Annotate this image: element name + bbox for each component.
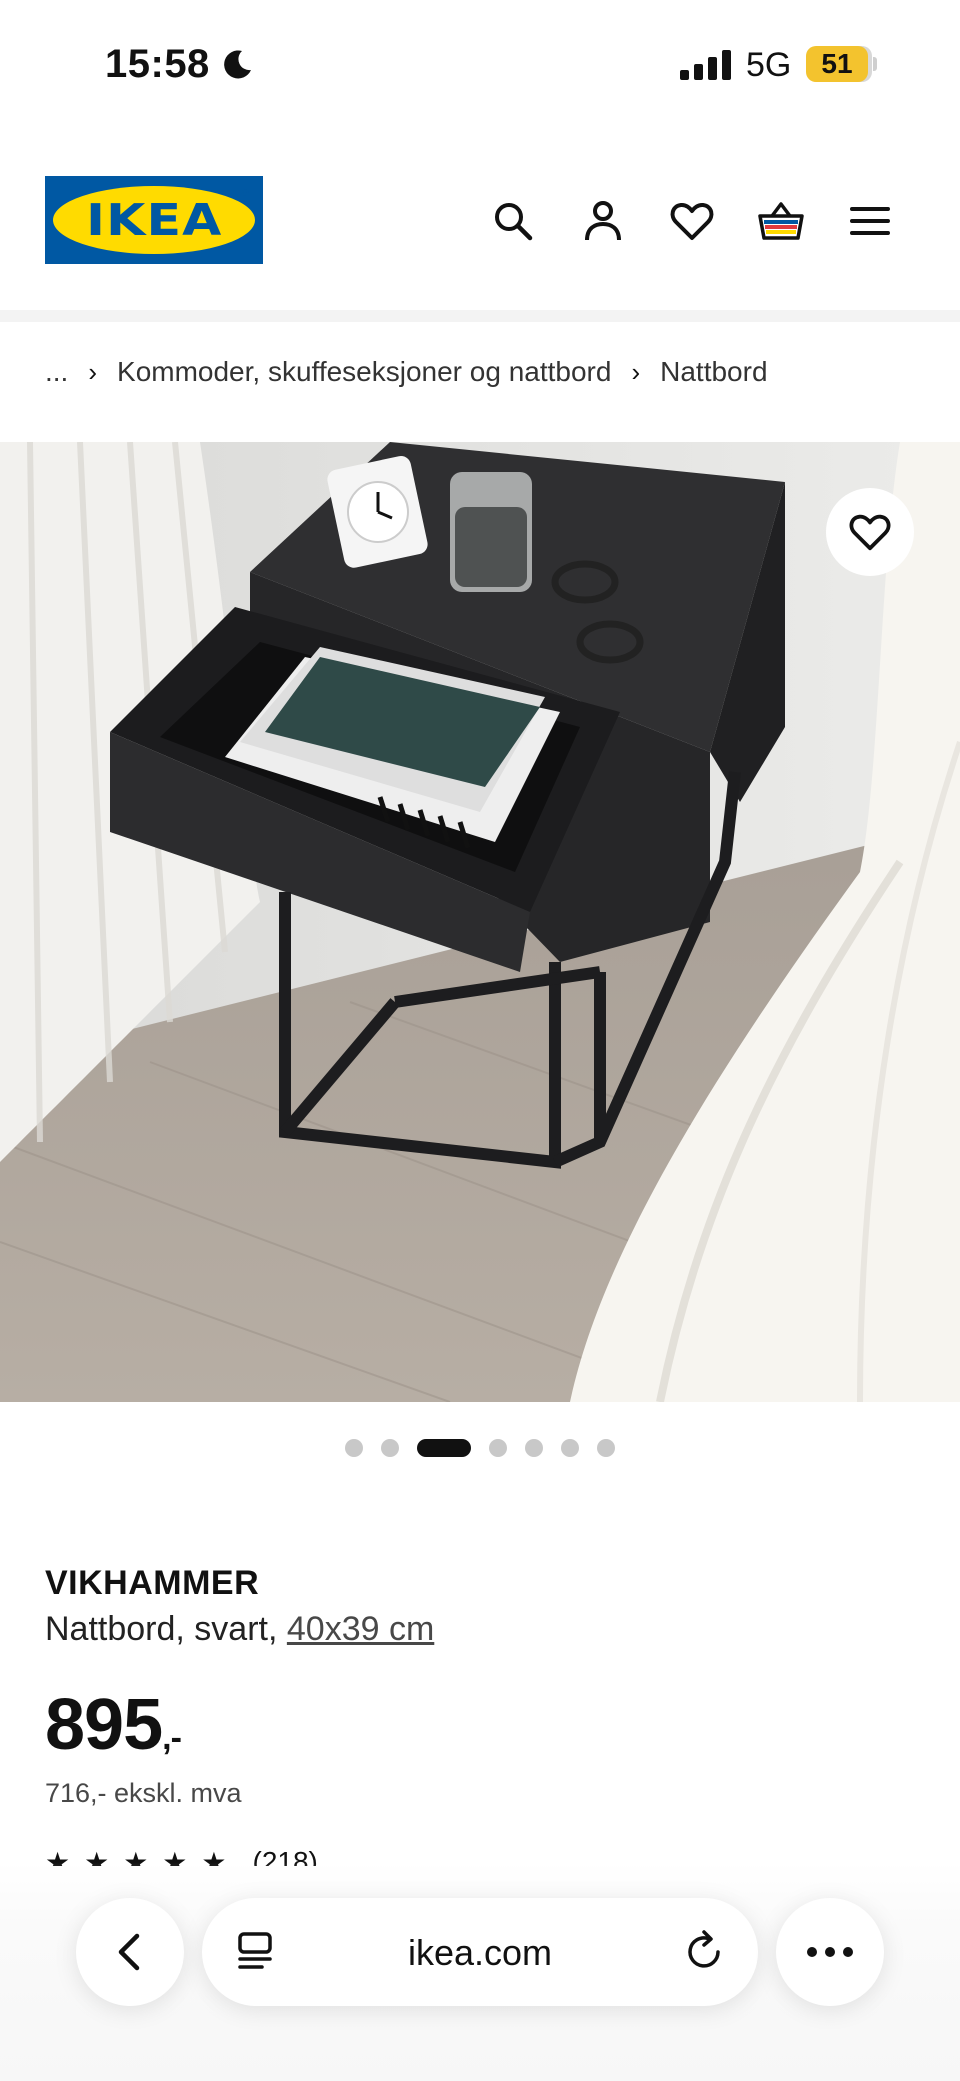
product-price: 895,-: [45, 1684, 182, 1766]
search-icon[interactable]: [490, 198, 536, 244]
breadcrumb-item-category[interactable]: Kommoder, skuffeseksjoner og nattbord: [117, 356, 611, 388]
status-time: 15:58: [105, 42, 210, 86]
chevron-right-icon: ›: [88, 356, 98, 387]
reload-icon[interactable]: [682, 1928, 728, 1974]
profile-icon[interactable]: [580, 198, 626, 244]
carousel-dot[interactable]: [597, 1439, 615, 1457]
image-carousel-dots: [0, 1436, 960, 1460]
signal-icon: [680, 50, 731, 80]
breadcrumb-ellipsis[interactable]: ...: [45, 356, 68, 388]
header-divider: [0, 310, 960, 322]
network-type: 5G: [746, 46, 792, 84]
chevron-right-icon: ›: [631, 356, 641, 387]
breadcrumb-item-current[interactable]: Nattbord: [660, 356, 767, 388]
url-text[interactable]: ikea.com: [202, 1932, 758, 1974]
status-bar: 15:58 5G 51: [0, 0, 960, 130]
registered-mark-icon: ®: [241, 188, 249, 199]
carousel-dot[interactable]: [381, 1439, 399, 1457]
price-suffix: ,-: [162, 1719, 182, 1757]
battery-indicator: 51: [806, 46, 868, 82]
carousel-dot[interactable]: [345, 1439, 363, 1457]
chevron-left-icon: [118, 1933, 140, 1971]
add-to-favourites-button[interactable]: [826, 488, 914, 576]
product-size-link[interactable]: 40x39 cm: [287, 1610, 434, 1648]
battery-level: 51: [821, 48, 853, 79]
moon-icon: [224, 50, 251, 79]
product-type: Nattbord, svart,: [45, 1610, 278, 1648]
menu-icon[interactable]: [847, 198, 893, 244]
carousel-dot[interactable]: [525, 1439, 543, 1457]
basket-icon[interactable]: [758, 198, 804, 244]
logo-text: IKEA: [85, 194, 223, 246]
more-icon: [807, 1947, 853, 1957]
product-description: Nattbord, svart, 40x39 cm: [45, 1610, 434, 1649]
carousel-dot[interactable]: [489, 1439, 507, 1457]
address-bar[interactable]: ikea.com: [202, 1898, 758, 2006]
price-excl-vat: 716,- ekskl. mva: [45, 1778, 242, 1808]
heart-icon[interactable]: [669, 198, 715, 244]
heart-icon: [849, 514, 891, 551]
product-image[interactable]: [0, 442, 960, 1402]
carousel-dot-active[interactable]: [417, 1439, 471, 1457]
ikea-logo[interactable]: IKEA ®: [45, 176, 263, 264]
breadcrumb: ... › Kommoder, skuffeseksjoner og nattb…: [45, 352, 768, 392]
product-name: VIKHAMMER: [45, 1564, 260, 1602]
site-header: IKEA ®: [0, 170, 960, 270]
back-button[interactable]: [76, 1898, 184, 2006]
battery-cap: [873, 57, 877, 71]
carousel-dot[interactable]: [561, 1439, 579, 1457]
more-options-button[interactable]: [776, 1898, 884, 2006]
price-value: 895: [45, 1685, 163, 1765]
logo-oval: IKEA: [53, 186, 255, 254]
